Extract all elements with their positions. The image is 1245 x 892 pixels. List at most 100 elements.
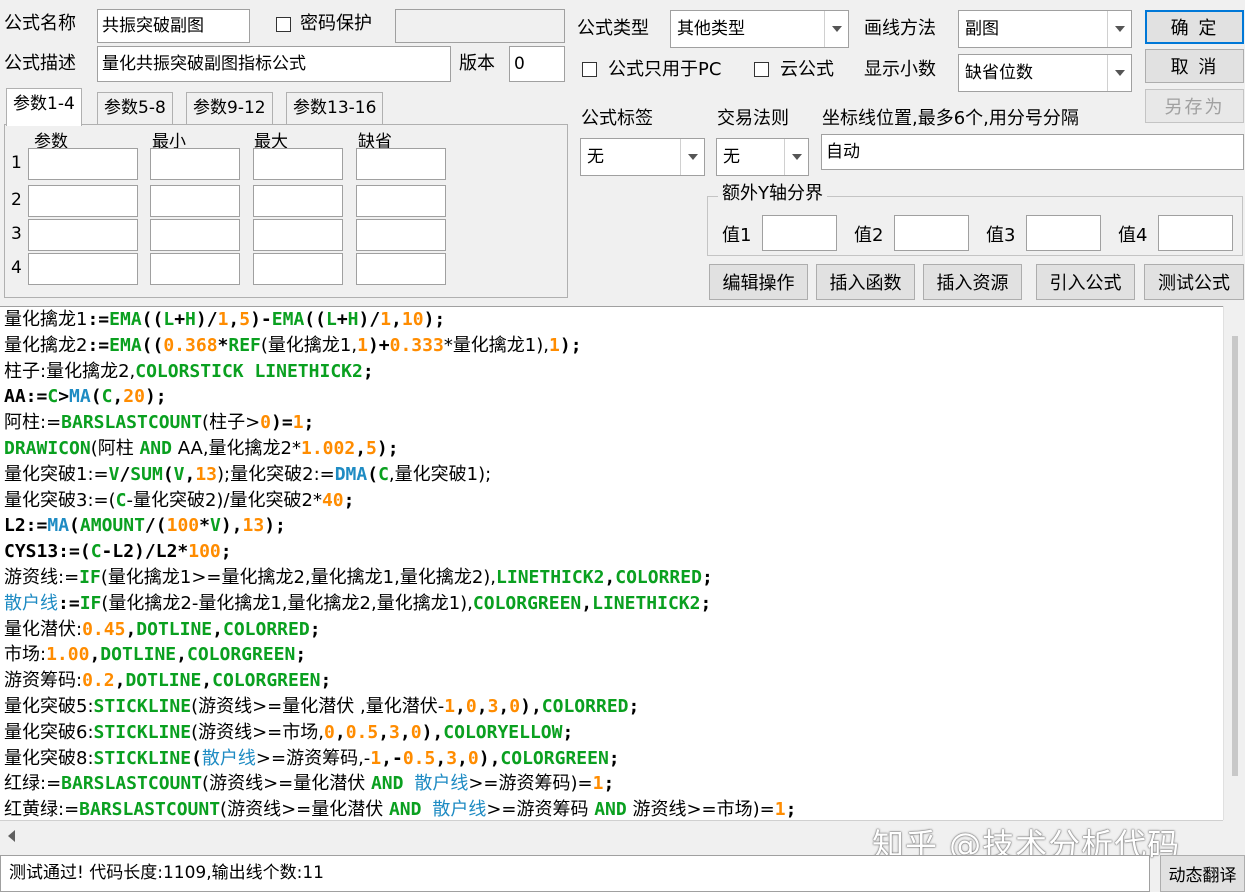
code-token: V (108, 463, 120, 485)
password-checkbox[interactable] (276, 17, 291, 32)
tab-params-13-16[interactable]: 参数13-16 (286, 92, 384, 124)
save-as-button[interactable]: 另存为 (1145, 89, 1244, 123)
code-token: 1.00 (46, 644, 90, 666)
code-token: H (347, 309, 359, 330)
value4-input[interactable] (1158, 215, 1233, 251)
pc-only-checkbox[interactable] (582, 62, 597, 77)
code-token: ; (362, 360, 374, 382)
formula-type-select[interactable]: 其他类型 (670, 10, 849, 48)
chevron-down-icon[interactable] (824, 11, 848, 47)
code-line: L2:=MA(AMOUNT/(100*V),13); (4, 513, 1221, 539)
param-cell-name[interactable] (28, 185, 138, 217)
param-cell-max[interactable] (253, 253, 343, 285)
scroll-left-icon[interactable] (8, 830, 15, 842)
code-token: )= (271, 412, 293, 434)
draw-method-select[interactable]: 副图 (958, 10, 1132, 48)
tab-params-9-12[interactable]: 参数9-12 (186, 92, 273, 124)
insert-function-button[interactable]: 插入函数 (816, 264, 915, 300)
formula-desc-input[interactable]: 量化共振突破副图指标公式 (97, 46, 451, 82)
param-cell-default[interactable] (356, 219, 446, 251)
code-token: 红绿:= (4, 773, 62, 795)
code-token: /( (144, 515, 167, 537)
param-cell-min[interactable] (150, 219, 240, 251)
chevron-down-icon[interactable] (1107, 55, 1131, 91)
code-token: ,- (381, 747, 403, 769)
code-token: (游资线>=量化潜伏 ,量化潜伏- (191, 695, 445, 717)
param-cell-name[interactable] (28, 253, 138, 285)
password-input[interactable] (395, 9, 565, 43)
tag-select[interactable]: 无 (580, 138, 705, 176)
code-token: * (199, 515, 210, 537)
param-cell-default[interactable] (356, 148, 446, 180)
code-token: IF (79, 592, 102, 614)
code-token: BARSLASTCOUNT (79, 799, 221, 820)
ok-button[interactable]: 确 定 (1145, 10, 1244, 44)
formula-name-input[interactable]: 共振突破副图 (97, 9, 250, 43)
insert-resource-button[interactable]: 插入资源 (923, 264, 1022, 300)
edit-ops-button[interactable]: 编辑操作 (709, 264, 808, 300)
code-line: 量化突破8:STICKLINE(散户线>=游资筹码,-1,-0.5,3,0),C… (4, 746, 1221, 772)
code-token: H (185, 309, 196, 330)
translate-button[interactable]: 动态翻译 (1160, 855, 1245, 892)
param-cell-max[interactable] (253, 219, 343, 251)
cloud-checkbox[interactable] (754, 62, 769, 77)
param-cell-name[interactable] (28, 219, 138, 251)
code-token: , (476, 695, 488, 717)
trade-rule-select[interactable]: 无 (716, 138, 809, 176)
code-token: := (87, 309, 110, 330)
code-token: 柱子:量化擒龙2, (4, 360, 136, 382)
version-input[interactable]: 0 (509, 46, 565, 82)
code-line: 量化突破6:STICKLINE(游资线>=市场,0,0.5,3,0),COLOR… (4, 720, 1221, 746)
code-token: + (336, 309, 348, 330)
chevron-down-icon[interactable] (1107, 11, 1131, 47)
code-token: , (391, 309, 402, 330)
code-token: V (173, 463, 185, 485)
code-token: , (334, 721, 346, 743)
code-token: DOTLINE (136, 618, 213, 640)
value1-input[interactable] (762, 215, 837, 251)
code-token: REF (228, 334, 261, 356)
scrollbar-thumb[interactable] (1232, 336, 1238, 776)
code-token: 20 (123, 386, 145, 408)
code-editor[interactable]: 量化擒龙1:=EMA((L+H)/1,5)-EMA((L+H)/1,10); 量化… (0, 306, 1245, 820)
code-token: C (90, 541, 102, 563)
code-token: 5 (239, 309, 251, 330)
value3-input[interactable] (1026, 215, 1101, 251)
import-formula-button[interactable]: 引入公式 (1036, 264, 1135, 300)
code-line: CYS13:=(C-L2)/L2*100; (4, 539, 1221, 565)
code-token: 散户线 (4, 592, 58, 614)
tab-params-1-4[interactable]: 参数1-4 (6, 88, 82, 126)
code-token: C (47, 386, 59, 408)
decimals-select[interactable]: 缺省位数 (958, 54, 1132, 92)
param-cell-min[interactable] (150, 148, 240, 180)
code-token: 0 (260, 412, 271, 434)
code-token: -量化突破2)/量化突破2* (126, 489, 322, 511)
code-line: 红黄绿:=BARSLASTCOUNT(游资线>=量化潜伏 AND 散户线>=游资… (4, 797, 1221, 820)
code-token: , (457, 747, 468, 769)
param-cell-default[interactable] (356, 185, 446, 217)
param-cell-max[interactable] (253, 148, 343, 180)
code-token: C (378, 463, 389, 485)
code-token: 3 (487, 695, 499, 717)
code-token: L (325, 309, 337, 330)
axis-lines-input[interactable]: 自动 (821, 134, 1244, 170)
chevron-down-icon[interactable] (784, 139, 808, 175)
chevron-down-icon[interactable] (680, 139, 704, 175)
vertical-scrollbar[interactable] (1223, 306, 1245, 820)
code-token: 5 (366, 437, 377, 459)
code-token: DMA (334, 463, 368, 485)
code-token: COLORYELLOW (443, 721, 563, 743)
param-cell-default[interactable] (356, 253, 446, 285)
tab-params-5-8[interactable]: 参数5-8 (97, 92, 173, 124)
param-cell-name[interactable] (28, 148, 138, 180)
test-formula-button[interactable]: 测试公式 (1144, 264, 1244, 300)
value2-input[interactable] (894, 215, 969, 251)
cancel-button[interactable]: 取 消 (1145, 49, 1244, 83)
param-cell-min[interactable] (150, 253, 240, 285)
code-token: 10 (401, 309, 424, 330)
code-token: , (228, 309, 240, 330)
code-token: , (112, 386, 124, 408)
param-cell-max[interactable] (253, 185, 343, 217)
code-line: 量化潜伏:0.45,DOTLINE,COLORRED; (4, 617, 1221, 643)
param-cell-min[interactable] (150, 185, 240, 217)
